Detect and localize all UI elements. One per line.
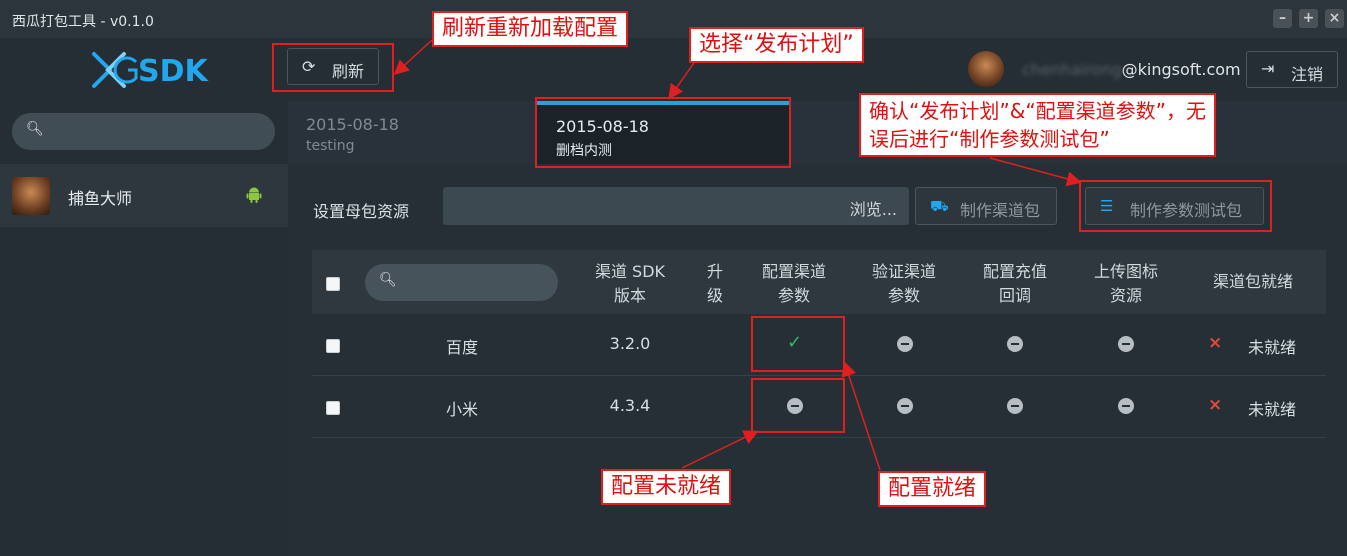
annotation-not-ready: 配置未就绪 xyxy=(601,469,732,505)
annotation-select-plan: 选择“发布计划” xyxy=(689,27,864,63)
annotation-refresh: 刷新重新加载配置 xyxy=(432,11,629,47)
annotation-confirm: 确认“发布计划”&“配置渠道参数”，无 误后进行“制作参数测试包” xyxy=(859,93,1217,157)
annotation-ready: 配置就绪 xyxy=(878,471,987,507)
